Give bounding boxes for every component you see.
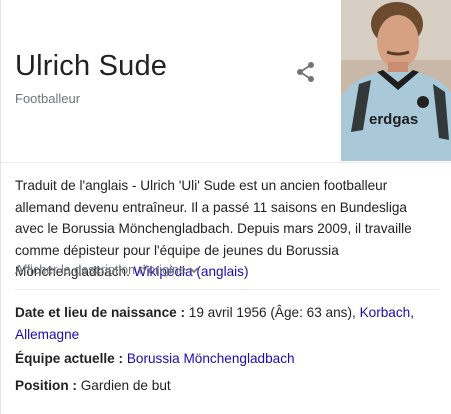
fact-position-value: Gardien de but [80,378,171,393]
chevron-down-icon [189,267,199,274]
fact-team-label: Équipe actuelle : [15,351,124,366]
fact-birth: Date et lieu de naissance : 19 avril 195… [15,302,437,345]
fact-position-label: Position : [15,378,77,393]
country-link[interactable]: Allemagne [15,327,79,342]
page-title: Ulrich Sude [15,50,168,82]
panel-header: Ulrich Sude Footballeur erdgas [1,0,451,163]
player-photo[interactable]: erdgas [341,0,451,161]
fact-birth-label: Date et lieu de naissance : [15,305,185,320]
share-icon [297,62,314,82]
shirt-sponsor-text: erdgas [369,111,418,128]
share-button[interactable] [294,60,318,84]
entity-subtitle: Footballeur [15,91,81,106]
fact-birth-value: 19 avril 1956 (Âge: 63 ans), [188,305,356,320]
knowledge-panel: Ulrich Sude Footballeur erdgas Traduit d… [0,0,451,414]
show-original-label: Afficher la description d'origine [15,263,186,277]
birthplace-link[interactable]: Korbach, [360,305,414,320]
team-link[interactable]: Borussia Mönchengladbach [127,351,295,366]
fact-team: Équipe actuelle : Borussia Mönchengladba… [15,348,437,370]
fact-position: Position : Gardien de but [15,375,437,397]
club-crest [417,96,429,108]
show-original-description[interactable]: Afficher la description d'origine [15,263,199,277]
divider [15,289,439,290]
